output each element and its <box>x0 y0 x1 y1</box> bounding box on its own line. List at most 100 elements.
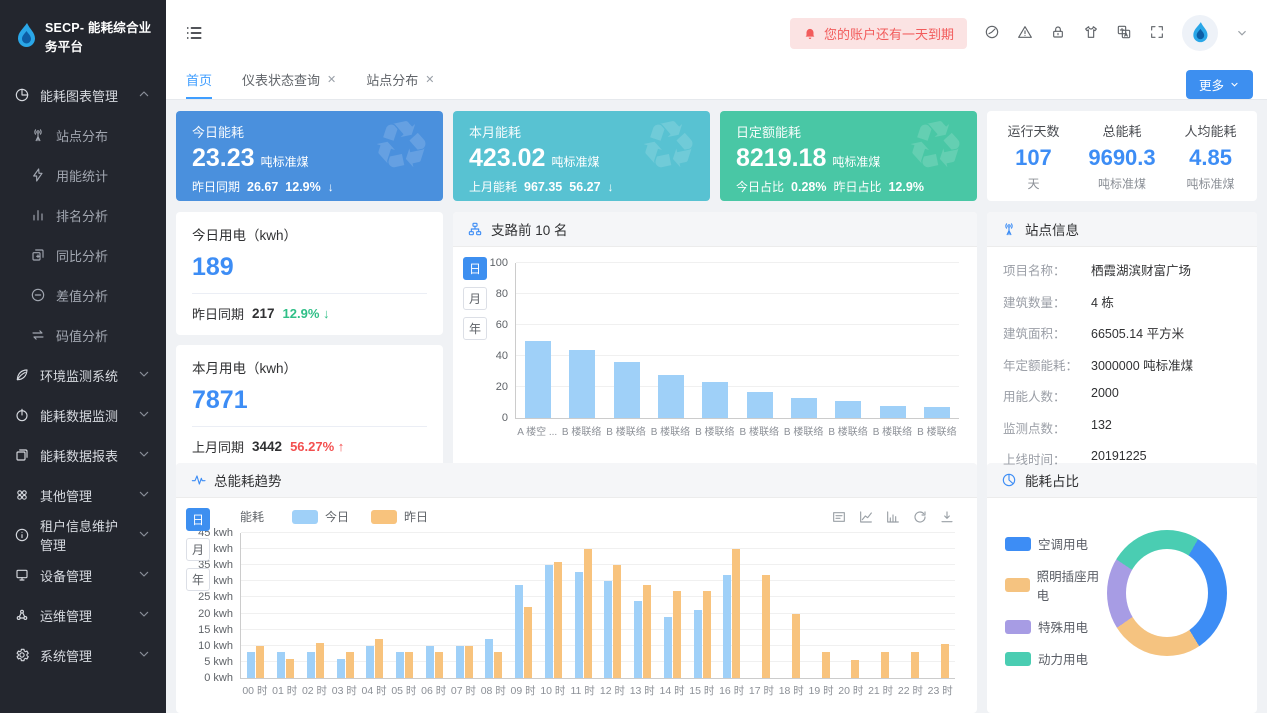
trend-bar-昨日[interactable] <box>643 585 651 678</box>
account-expiry-notice[interactable]: 您的账户还有一天到期 <box>790 18 967 49</box>
tab-2[interactable]: 站点分布✕ <box>366 70 434 99</box>
fullscreen-icon[interactable] <box>1149 24 1165 40</box>
sidebar-group-4[interactable]: 其他管理 <box>0 475 166 515</box>
donut-legend-item[interactable]: 动力用电 <box>1005 649 1107 668</box>
time-filter-日[interactable]: 日 <box>463 257 487 280</box>
download-icon[interactable] <box>939 509 955 525</box>
sidebar-group-6[interactable]: 设备管理 <box>0 555 166 595</box>
trend-bar-今日[interactable] <box>545 565 553 678</box>
collapse-menu-icon[interactable] <box>184 23 204 43</box>
trend-bar-昨日[interactable] <box>881 652 889 678</box>
trend-bar-今日[interactable] <box>694 610 702 678</box>
trend-bar-昨日[interactable] <box>762 575 770 678</box>
branch-bar[interactable] <box>791 398 817 418</box>
trend-bar-昨日[interactable] <box>465 646 473 678</box>
trend-bar-今日[interactable] <box>604 581 612 678</box>
tab-0[interactable]: 首页 <box>186 70 212 99</box>
sidebar-group-7[interactable]: 运维管理 <box>0 595 166 635</box>
trend-bar-昨日[interactable] <box>584 549 592 678</box>
trend-bar-昨日[interactable] <box>851 660 859 678</box>
trend-bar-昨日[interactable] <box>732 549 740 678</box>
line-chart-icon[interactable] <box>858 509 874 525</box>
trend-bar-昨日[interactable] <box>494 652 502 678</box>
time-filter-月[interactable]: 月 <box>186 538 210 561</box>
branch-bar[interactable] <box>614 362 640 418</box>
sidebar-item-0-1[interactable]: 用能统计 <box>0 155 166 195</box>
sidebar-group-2[interactable]: 能耗数据监测 <box>0 395 166 435</box>
theme-icon[interactable] <box>1083 24 1099 40</box>
trend-bar-今日[interactable] <box>515 585 523 678</box>
more-button[interactable]: 更多 <box>1186 70 1253 99</box>
trend-bar-昨日[interactable] <box>256 646 264 678</box>
branch-bar[interactable] <box>835 401 861 418</box>
branch-bar[interactable] <box>569 350 595 418</box>
legend-item-昨日[interactable]: 昨日 <box>371 508 428 525</box>
branch-bar[interactable] <box>880 406 906 418</box>
donut-legend-item[interactable]: 空调用电 <box>1005 534 1107 553</box>
trend-bar-今日[interactable] <box>337 659 345 678</box>
branch-bar[interactable] <box>747 392 773 418</box>
time-filter-年[interactable]: 年 <box>463 317 487 340</box>
sidebar-group-8[interactable]: 系统管理 <box>0 635 166 675</box>
translate-icon[interactable] <box>1116 24 1132 40</box>
sidebar-item-0-3[interactable]: 同比分析 <box>0 235 166 275</box>
trend-bar-昨日[interactable] <box>316 643 324 678</box>
sidebar-item-0-4[interactable]: 差值分析 <box>0 275 166 315</box>
data-view-icon[interactable] <box>831 509 847 525</box>
branch-bar[interactable] <box>702 382 728 418</box>
sidebar-group-0[interactable]: 能耗图表管理 <box>0 75 166 115</box>
user-menu-chevron-down-icon[interactable] <box>1235 26 1249 40</box>
legend-item-今日[interactable]: 今日 <box>292 508 349 525</box>
donut-legend-item[interactable]: 照明插座用电 <box>1005 566 1107 604</box>
time-filter-年[interactable]: 年 <box>186 568 210 591</box>
trend-bar-今日[interactable] <box>396 652 404 678</box>
sidebar-group-5[interactable]: 租户信息维护管理 <box>0 515 166 555</box>
trend-bar-昨日[interactable] <box>673 591 681 678</box>
trend-bar-今日[interactable] <box>247 652 255 678</box>
warning-icon[interactable] <box>1017 24 1033 40</box>
time-filter-日[interactable]: 日 <box>186 508 210 531</box>
trend-bar-昨日[interactable] <box>346 652 354 678</box>
tab-close-icon[interactable]: ✕ <box>425 73 434 86</box>
branch-bar[interactable] <box>658 375 684 418</box>
tab-1[interactable]: 仪表状态查询✕ <box>242 70 336 99</box>
trend-bar-昨日[interactable] <box>911 652 919 678</box>
trend-bar-今日[interactable] <box>723 575 731 678</box>
trend-bar-昨日[interactable] <box>524 607 532 678</box>
trend-bar-今日[interactable] <box>307 652 315 678</box>
trend-bar-昨日[interactable] <box>792 614 800 678</box>
lock-icon[interactable] <box>1050 24 1066 40</box>
sidebar-group-1[interactable]: 环境监测系统 <box>0 355 166 395</box>
sidebar-item-0-5[interactable]: 码值分析 <box>0 315 166 355</box>
energy-share-donut-chart[interactable] <box>1107 530 1227 656</box>
trend-bar-今日[interactable] <box>277 652 285 678</box>
bar-chart-icon[interactable] <box>885 509 901 525</box>
user-avatar[interactable] <box>1182 15 1218 51</box>
trend-bar-昨日[interactable] <box>375 639 383 678</box>
dashboard-icon[interactable] <box>984 24 1000 40</box>
branch-bar[interactable] <box>924 407 950 418</box>
trend-bar-今日[interactable] <box>664 617 672 678</box>
trend-bar-昨日[interactable] <box>822 652 830 678</box>
sidebar-item-0-2[interactable]: 排名分析 <box>0 195 166 235</box>
trend-bar-今日[interactable] <box>456 646 464 678</box>
trend-bar-今日[interactable] <box>366 646 374 678</box>
trend-bar-昨日[interactable] <box>435 652 443 678</box>
trend-bar-昨日[interactable] <box>405 652 413 678</box>
sidebar-group-3[interactable]: 能耗数据报表 <box>0 435 166 475</box>
trend-bar-昨日[interactable] <box>554 562 562 678</box>
trend-bar-今日[interactable] <box>426 646 434 678</box>
donut-legend-item[interactable]: 特殊用电 <box>1005 617 1107 636</box>
trend-bar-昨日[interactable] <box>286 659 294 678</box>
refresh-icon[interactable] <box>912 509 928 525</box>
trend-bar-昨日[interactable] <box>703 591 711 678</box>
tab-close-icon[interactable]: ✕ <box>327 73 336 86</box>
branch-bar[interactable] <box>525 341 551 419</box>
trend-bar-今日[interactable] <box>575 572 583 678</box>
trend-bar-今日[interactable] <box>634 601 642 678</box>
trend-bar-今日[interactable] <box>485 639 493 678</box>
sidebar-item-0-0[interactable]: 站点分布 <box>0 115 166 155</box>
time-filter-月[interactable]: 月 <box>463 287 487 310</box>
trend-bar-昨日[interactable] <box>613 565 621 678</box>
trend-bar-昨日[interactable] <box>941 644 949 678</box>
